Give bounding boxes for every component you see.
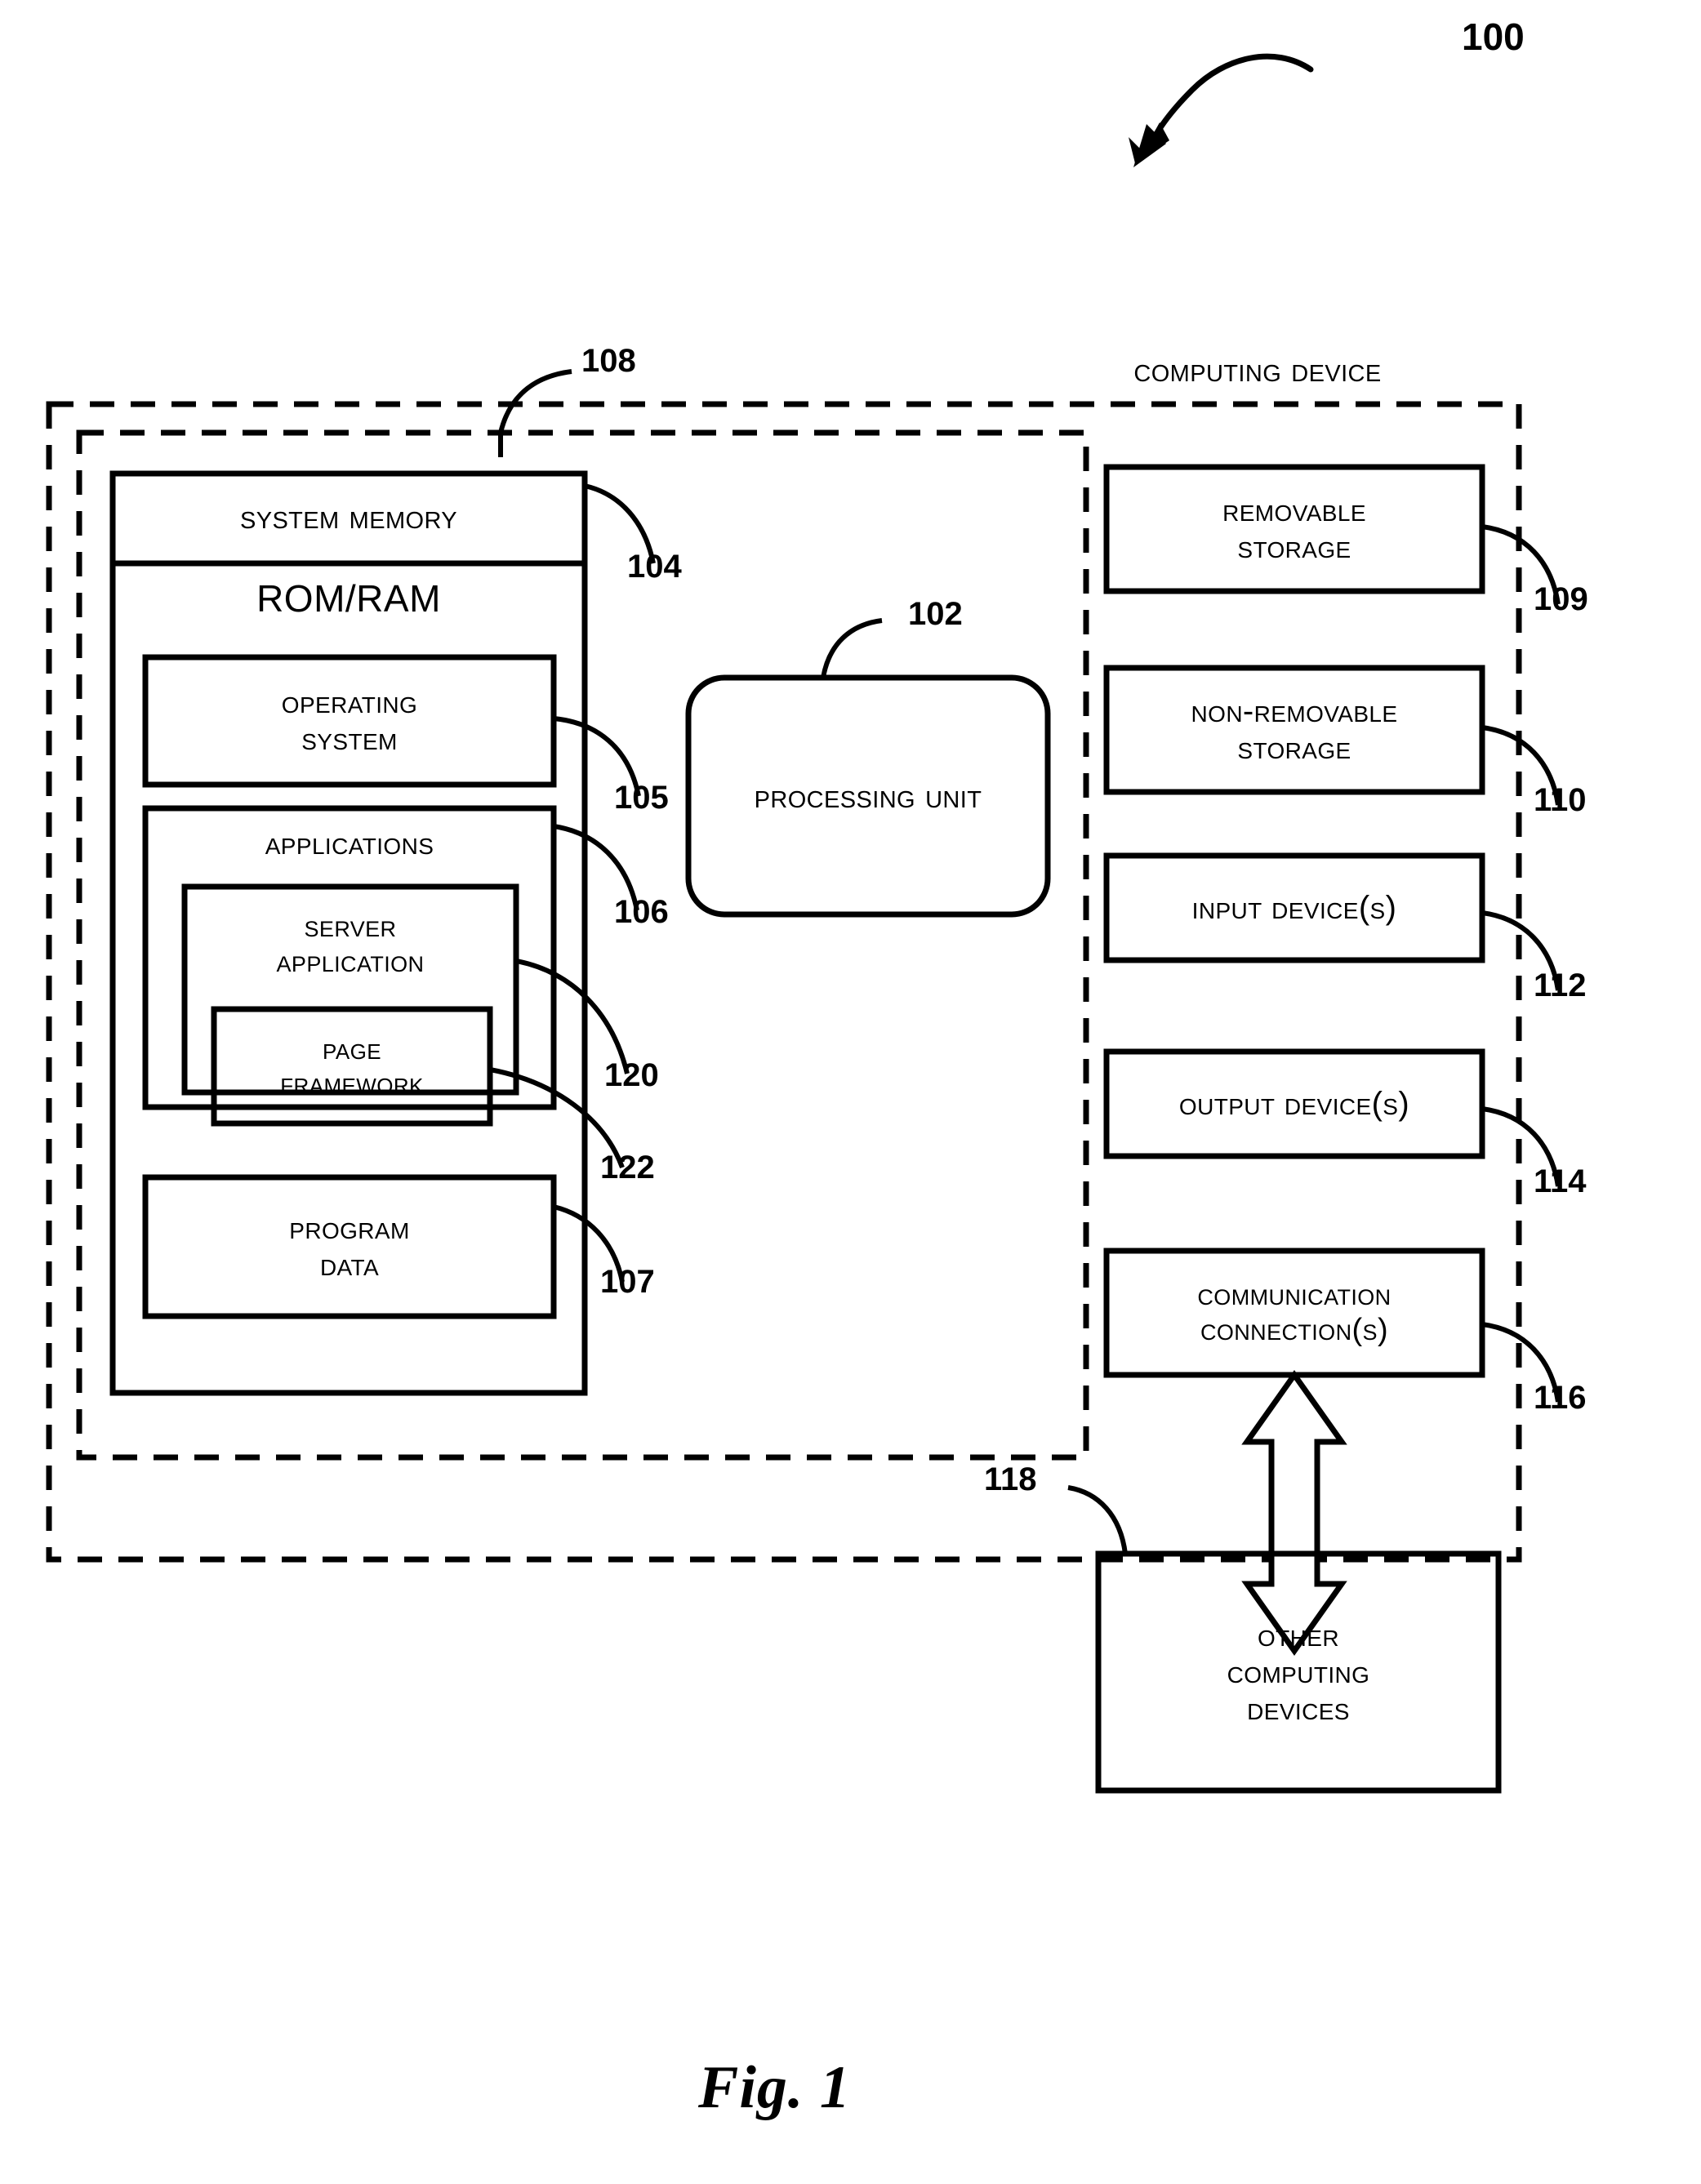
ref-118: 118 (984, 1461, 1037, 1497)
removable-storage-label-line2: Storage (1237, 529, 1351, 565)
input-devices-label: Input Device(s) (1107, 856, 1482, 960)
ref-106: 106 (614, 894, 669, 930)
other-computing-devices-label-line3: Devices (1247, 1690, 1350, 1727)
system-ref-arrow (1129, 53, 1314, 167)
ref-120: 120 (604, 1057, 659, 1093)
input-devices-label-text: Input Device(s) (1191, 889, 1397, 926)
page-framework-label-line1: Page (323, 1032, 381, 1065)
ref-107: 107 (600, 1264, 655, 1300)
removable-storage-label-line1: Removable (1222, 492, 1366, 528)
communication-connections-label-line1: Communication (1197, 1278, 1392, 1312)
leader-102 (821, 618, 883, 678)
ref-114: 114 (1534, 1163, 1587, 1199)
program-data-label: Program Data (145, 1177, 554, 1316)
ref-110: 110 (1534, 782, 1587, 818)
other-computing-devices-label-line2: Computing (1227, 1653, 1370, 1690)
server-application-label-line2: Application (276, 945, 425, 979)
server-application-label: Server Application (185, 892, 516, 998)
operating-system-label-line1: Operating (281, 684, 418, 720)
page-framework-label: Page Framework (214, 1009, 490, 1123)
applications-label: Applications (265, 825, 434, 861)
program-data-label-line1: Program (289, 1210, 410, 1246)
server-application-label-line1: Server (304, 910, 397, 944)
non-removable-storage-label: Non-Removable Storage (1107, 668, 1482, 792)
operating-system-label: Operating System (145, 657, 554, 785)
ref-108: 108 (581, 343, 636, 379)
communication-connections-label: Communication Connection(s) (1107, 1251, 1482, 1375)
processing-unit-label-text: Processing Unit (754, 776, 982, 815)
non-removable-storage-label-line1: Non-Removable (1191, 693, 1398, 729)
ref-105: 105 (614, 780, 669, 816)
other-computing-devices-label-line1: Other (1258, 1617, 1339, 1653)
operating-system-label-line2: System (301, 721, 398, 757)
memory-type-label: ROM/RAM (256, 577, 441, 620)
patent-figure: 100 Computing Device 108 System Memory 1… (0, 0, 1701, 2184)
ref-100: 100 (1462, 16, 1525, 58)
output-devices-label: Output Device(s) (1107, 1052, 1482, 1156)
ref-122: 122 (600, 1150, 655, 1185)
computing-device-title: Computing Device (1133, 350, 1382, 389)
other-computing-devices-label: Other Computing Devices (1098, 1554, 1498, 1790)
ref-109: 109 (1534, 581, 1588, 617)
ref-112: 112 (1534, 967, 1587, 1003)
leader-118 (1067, 1485, 1128, 1555)
ref-102: 102 (908, 596, 963, 632)
processing-unit-label: Processing Unit (688, 678, 1048, 914)
communication-connections-label-line2: Connection(s) (1200, 1313, 1389, 1347)
page-framework-label-line2: Framework (280, 1066, 424, 1100)
ref-104: 104 (627, 549, 682, 585)
ref-116: 116 (1534, 1380, 1587, 1416)
system-memory-title: System Memory (239, 497, 458, 536)
removable-storage-label: Removable Storage (1107, 467, 1482, 591)
non-removable-storage-label-line2: Storage (1237, 730, 1351, 766)
program-data-label-line2: Data (319, 1247, 380, 1283)
figure-caption: Fig. 1 (698, 2054, 851, 2121)
output-devices-label-text: Output Device(s) (1178, 1085, 1410, 1122)
